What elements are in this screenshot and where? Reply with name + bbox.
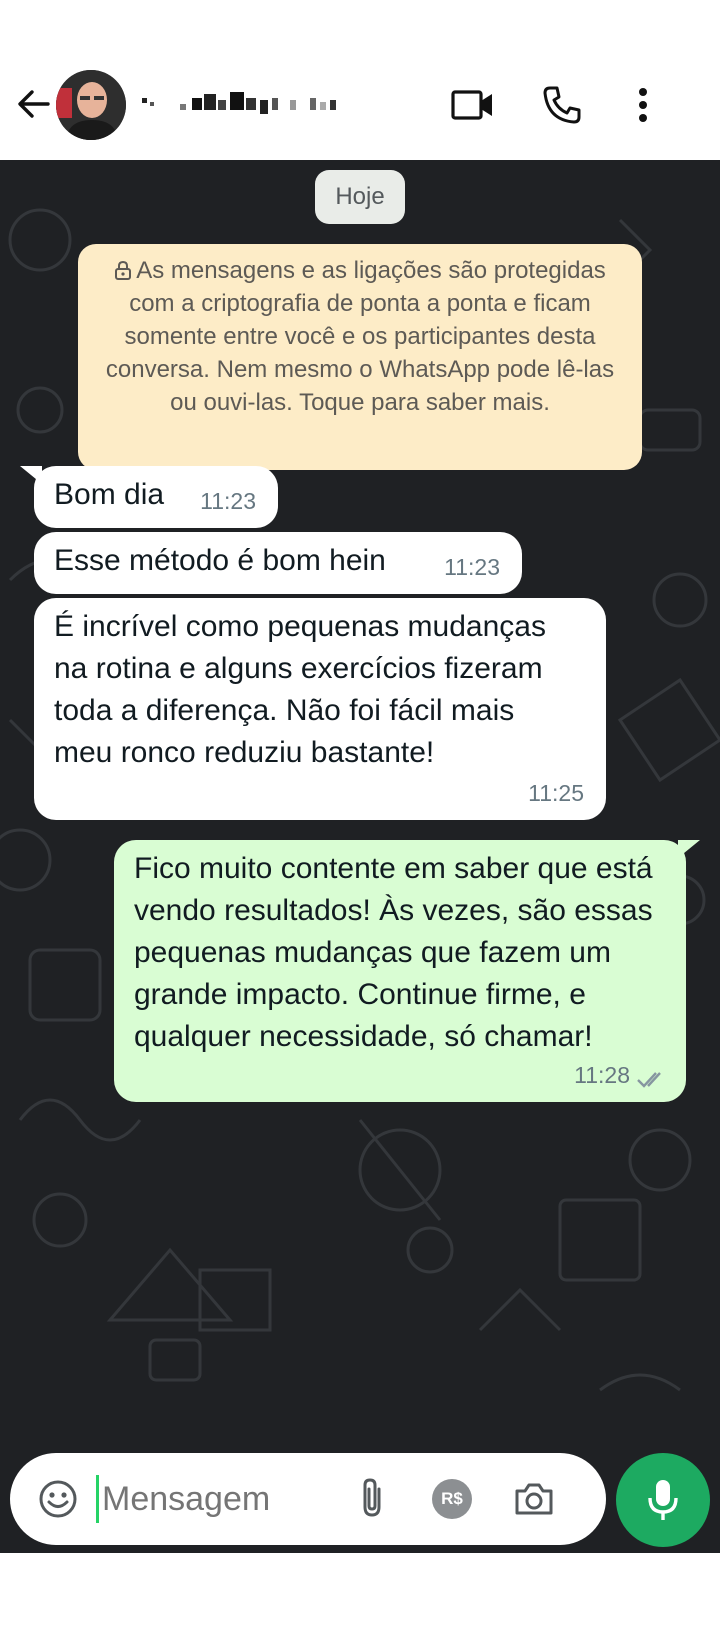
message-time: 11:23 — [200, 488, 256, 514]
payment-icon: R$ — [432, 1479, 472, 1519]
voice-message-button[interactable] — [616, 1453, 710, 1547]
video-call-button[interactable] — [448, 80, 498, 130]
read-receipt-icon — [637, 1072, 661, 1088]
status-bar — [0, 0, 720, 62]
emoji-icon — [39, 1480, 77, 1518]
message-text: Esse método é bom hein — [54, 544, 386, 577]
message-bubble-incoming[interactable]: Bom dia 11:23 — [34, 466, 278, 528]
message-input[interactable] — [94, 1473, 322, 1525]
back-arrow-icon — [18, 90, 50, 118]
message-text: Fico muito contente em saber que está ve… — [134, 852, 653, 1053]
message-text: É incrível como pequenas mudanças na rot… — [54, 610, 546, 769]
date-chip: Hoje — [315, 170, 405, 224]
emoji-button[interactable] — [30, 1471, 86, 1527]
attach-icon — [363, 1478, 381, 1517]
message-bubble-outgoing[interactable]: Fico muito contente em saber que está ve… — [114, 840, 686, 1102]
voice-call-button[interactable] — [537, 80, 587, 130]
message-time: 11:23 — [444, 554, 500, 580]
encryption-notice[interactable]: As mensagens e as ligações são protegida… — [78, 244, 642, 470]
encryption-notice-text: As mensagens e as ligações são protegida… — [105, 257, 615, 416]
message-time: 11:28 — [574, 1062, 630, 1088]
payment-button[interactable]: R$ — [424, 1471, 480, 1527]
camera-icon — [515, 1483, 553, 1515]
camera-button[interactable] — [506, 1471, 562, 1527]
chat-header — [0, 62, 720, 160]
chat-area[interactable]: Hoje As mensagens e as ligações são prot… — [0, 160, 720, 1553]
contact-name[interactable] — [140, 90, 360, 118]
message-bubble-incoming[interactable]: Esse método é bom hein 11:23 — [34, 532, 522, 594]
video-call-icon — [451, 90, 492, 120]
more-options-button[interactable] — [618, 80, 668, 130]
message-text: Bom dia — [54, 478, 165, 511]
more-vert-icon — [639, 88, 647, 122]
message-bubble-incoming[interactable]: É incrível como pequenas mudanças na rot… — [34, 598, 606, 820]
phone-call-icon — [543, 86, 581, 124]
attach-button[interactable] — [344, 1471, 400, 1527]
mic-icon — [648, 1480, 678, 1520]
lock-icon — [115, 260, 132, 280]
bottom-area — [0, 1553, 720, 1650]
contact-avatar[interactable] — [56, 70, 126, 140]
back-button[interactable] — [14, 84, 54, 124]
message-composer: R$ — [10, 1453, 606, 1545]
message-time: 11:25 — [528, 780, 584, 806]
blurred-name-icon — [142, 92, 336, 114]
